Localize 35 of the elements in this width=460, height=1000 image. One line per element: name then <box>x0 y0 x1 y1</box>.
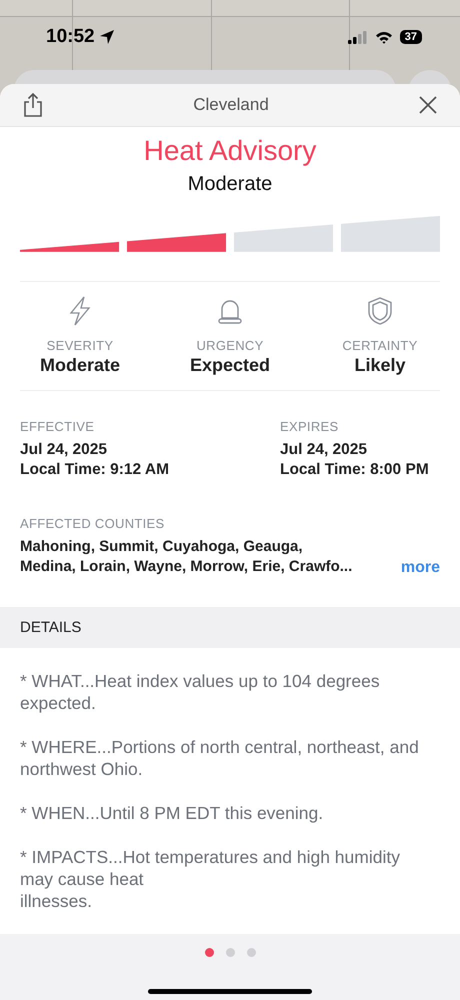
shield-icon <box>368 296 392 326</box>
location-arrow-icon <box>98 29 115 45</box>
fact-value: Likely <box>354 354 406 376</box>
details-paragraph: * WHEN...Until 8 PM EDT this evening. <box>20 802 324 824</box>
header-title: Cleveland <box>193 94 269 115</box>
lightning-icon <box>68 296 92 326</box>
counties-label: AFFECTED COUNTIES <box>20 516 166 531</box>
more-link[interactable]: more <box>400 558 440 577</box>
counties-text: Mahoning, Summit, Cuyahoga, Geauga, Medina, Lorain, Wayne, Morrow, Erie, Crawfo... <box>20 536 354 577</box>
details-paragraph: * WHERE...Portions of north central, northeast, and northwest Ohio. <box>20 736 420 780</box>
page-dot[interactable] <box>226 948 234 957</box>
date-text: Jul 24, 2025 <box>20 440 108 460</box>
details-paragraph: * WHAT...Heat index values up to 104 degrees expected. <box>20 670 381 714</box>
fact-label: CERTAINTY <box>342 338 418 353</box>
status-time: 10:52 <box>46 26 95 48</box>
details-paragraph: * IMPACTS...Hot temperatures and high humidity may cause heat illnesses. <box>20 846 401 912</box>
details-heading: DETAILS <box>20 618 82 636</box>
alert-severity: Moderate <box>186 172 274 196</box>
local-time-text: Local Time: 8:00 PM <box>280 460 430 480</box>
share-icon[interactable] <box>22 92 44 118</box>
fact-value: Moderate <box>40 354 120 376</box>
local-time-text: Local Time: 9:12 AM <box>20 460 170 480</box>
close-icon[interactable] <box>418 94 438 115</box>
battery-indicator: 37 <box>400 30 422 44</box>
fact-value: Expected <box>190 354 270 376</box>
time-label: EFFECTIVE <box>20 418 96 434</box>
fact-label: SEVERITY <box>46 338 114 353</box>
page-dot[interactable] <box>204 948 214 957</box>
date-text: Jul 24, 2025 <box>280 440 368 460</box>
fact-label: URGENCY <box>196 338 264 353</box>
signal-icon <box>348 30 368 44</box>
time-label: EXPIRES <box>280 418 340 434</box>
page-dot[interactable] <box>246 948 256 957</box>
wifi-icon <box>374 30 393 44</box>
alert-title: Heat Advisory <box>142 134 318 167</box>
